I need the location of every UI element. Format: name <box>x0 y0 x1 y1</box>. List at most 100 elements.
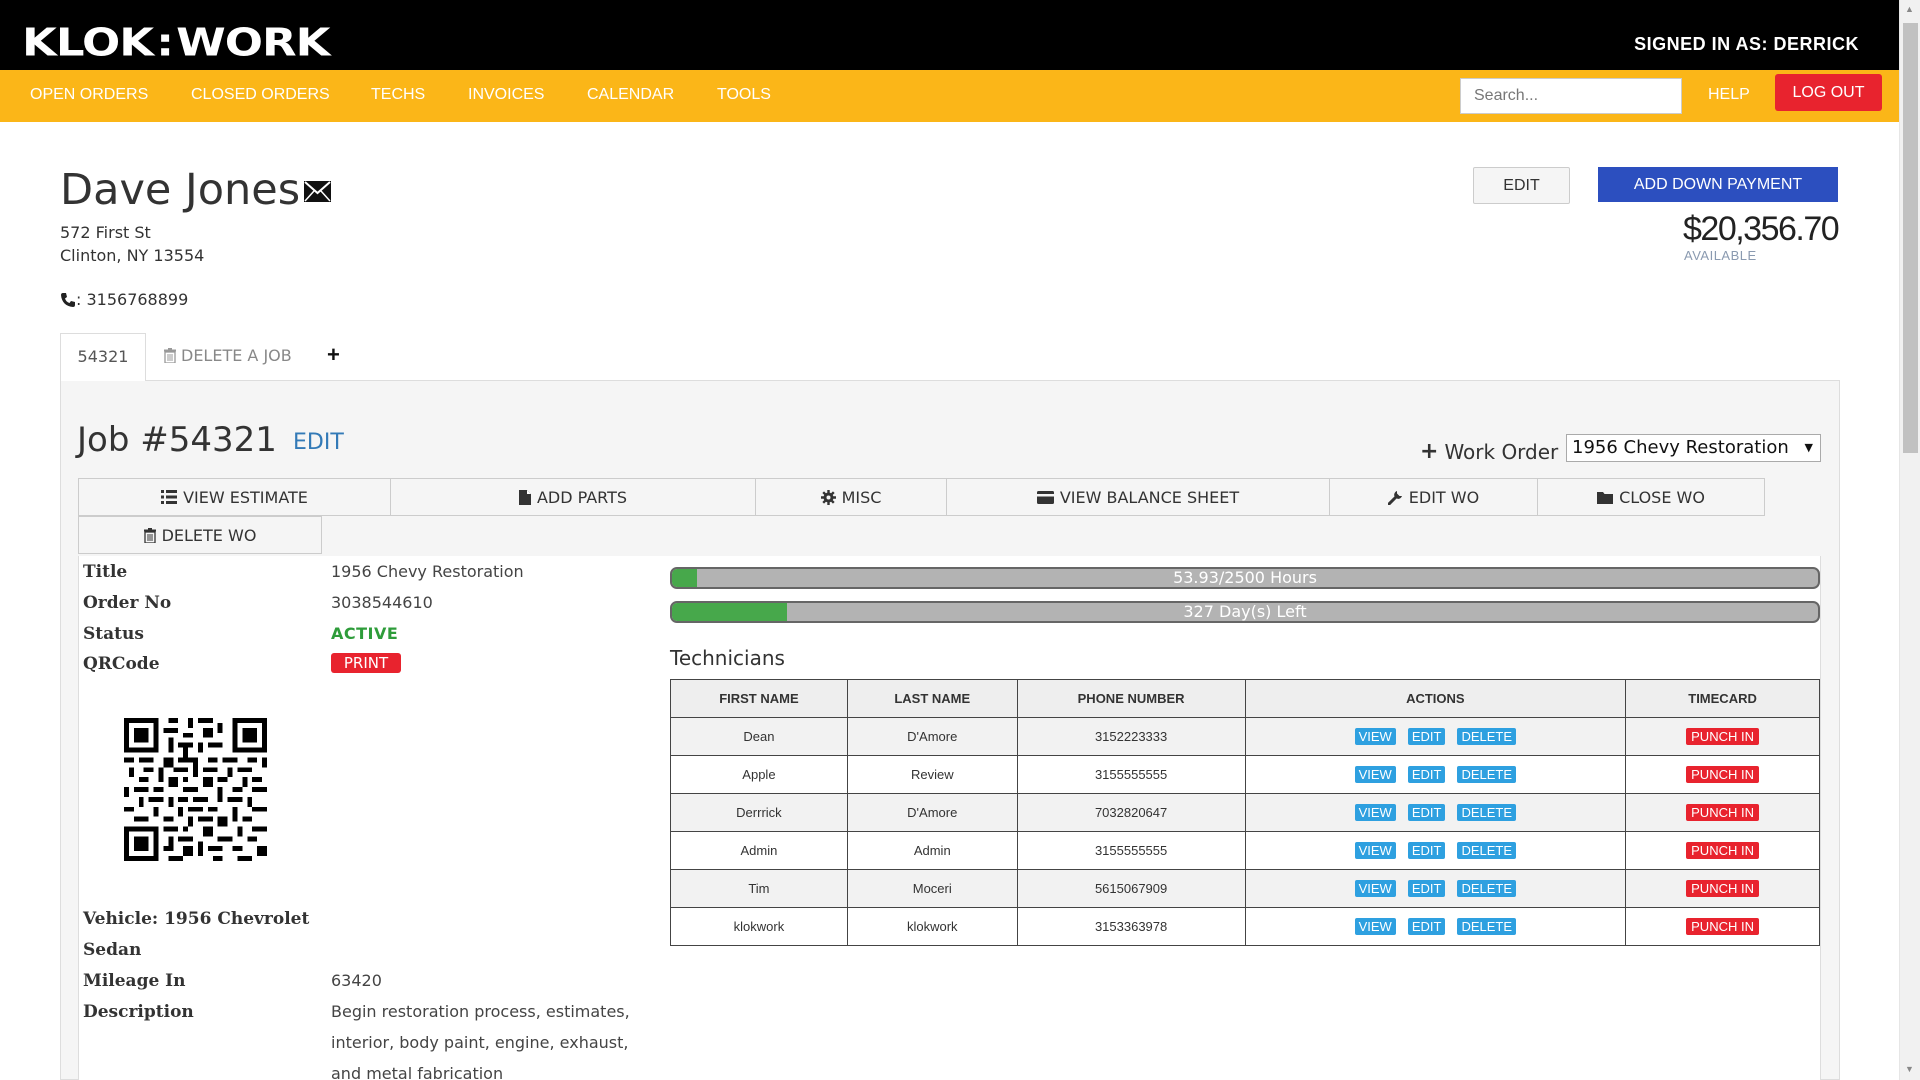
signed-in-label: SIGNED IN AS: DERRICK <box>1634 34 1859 54</box>
search-input[interactable] <box>1460 78 1682 114</box>
file-icon <box>518 489 531 505</box>
view-balance-sheet-button[interactable]: VIEW BALANCE SHEET <box>946 478 1330 516</box>
logo-right: WORK <box>176 19 330 66</box>
column-header[interactable]: FIRST NAME <box>670 679 848 718</box>
edit-wo-button[interactable]: EDIT WO <box>1329 478 1538 516</box>
folder-icon <box>1597 491 1614 504</box>
caret-down-icon: ▼ <box>1804 441 1813 454</box>
edit-tech-button[interactable]: EDIT <box>1407 880 1446 897</box>
column-header[interactable]: LAST NAME <box>846 679 1018 718</box>
days-progress-bar: 327 Day(s) Left <box>670 601 1820 623</box>
add-parts-label: ADD PARTS <box>536 487 628 507</box>
nav-closed-orders[interactable]: CLOSED ORDERS <box>191 86 330 104</box>
tab-delete-job[interactable]: DELETE A JOB <box>164 346 292 365</box>
add-parts-button[interactable]: ADD PARTS <box>390 478 756 516</box>
close-wo-label: CLOSE WO <box>1619 487 1705 507</box>
tab-job-54321[interactable]: 54321 <box>60 333 146 381</box>
print-qrcode-button[interactable]: PRINT <box>331 653 401 673</box>
tech-last-name: Admin <box>846 831 1018 870</box>
plus-icon[interactable]: + <box>1420 439 1438 464</box>
tech-phone: 3153363978 <box>1016 907 1246 946</box>
close-wo-button[interactable]: CLOSE WO <box>1537 478 1765 516</box>
punch-in-button[interactable]: PUNCH IN <box>1686 728 1759 745</box>
customer-city: Clinton, NY 13554 <box>60 246 205 265</box>
edit-customer-button[interactable]: EDIT <box>1473 167 1570 204</box>
scroll-up-icon[interactable]: ▲ <box>1905 4 1914 14</box>
view-tech-button[interactable]: VIEW <box>1354 804 1396 821</box>
top-bar: KLOK: WORK SIGNED IN AS: DERRICK <box>0 0 1899 70</box>
nav-calendar[interactable]: CALENDAR <box>587 86 674 104</box>
view-tech-button[interactable]: VIEW <box>1354 918 1396 935</box>
delete-wo-label: DELETE WO <box>161 525 257 545</box>
description-label: Description <box>83 1002 194 1022</box>
vehicle-type: Sedan <box>83 940 142 960</box>
punch-in-button[interactable]: PUNCH IN <box>1686 804 1759 821</box>
edit-tech-button[interactable]: EDIT <box>1407 728 1446 745</box>
delete-tech-button[interactable]: DELETE <box>1457 766 1517 783</box>
help-link[interactable]: HELP <box>1708 86 1750 104</box>
nav-techs[interactable]: TECHS <box>371 86 425 104</box>
nav-invoices[interactable]: INVOICES <box>468 86 544 104</box>
view-estimate-button[interactable]: VIEW ESTIMATE <box>78 478 391 516</box>
table-row: Admin Admin 3155555555 VIEW EDIT DELETE PUNCH … <box>670 831 1820 870</box>
edit-tech-button[interactable]: EDIT <box>1407 804 1446 821</box>
delete-tech-button[interactable]: DELETE <box>1457 880 1517 897</box>
add-down-payment-button[interactable]: ADD DOWN PAYMENT <box>1598 167 1838 202</box>
customer-street: 572 First St <box>60 223 151 242</box>
job-edit-link[interactable]: EDIT <box>293 430 344 455</box>
view-tech-button[interactable]: VIEW <box>1354 842 1396 859</box>
view-tech-button[interactable]: VIEW <box>1354 728 1396 745</box>
punch-in-button[interactable]: PUNCH IN <box>1686 918 1759 935</box>
punch-in-button[interactable]: PUNCH IN <box>1686 880 1759 897</box>
description-line-3: and metal fabrication <box>331 1064 504 1080</box>
email-icon[interactable] <box>304 181 331 202</box>
tech-actions: VIEW EDIT DELETE <box>1244 717 1627 756</box>
mileage-value: 63420 <box>331 971 382 990</box>
delete-tech-button[interactable]: DELETE <box>1457 842 1517 859</box>
vertical-scrollbar[interactable]: ▲ ▼ <box>1899 0 1920 1080</box>
delete-wo-button[interactable]: DELETE WO <box>78 516 322 554</box>
misc-label: MISC <box>841 487 882 507</box>
tech-phone: 7032820647 <box>1016 793 1246 832</box>
delete-tech-button[interactable]: DELETE <box>1457 804 1517 821</box>
punch-in-button[interactable]: PUNCH IN <box>1686 766 1759 783</box>
list-icon <box>161 490 178 504</box>
credit-card-icon <box>1036 490 1054 504</box>
edit-tech-button[interactable]: EDIT <box>1407 766 1446 783</box>
work-order-select[interactable]: 1956 Chevy Restoration ▼ <box>1566 434 1821 462</box>
tech-actions: VIEW EDIT DELETE <box>1244 755 1627 794</box>
qrcode-label: QRCode <box>83 654 160 674</box>
wrench-icon <box>1387 490 1402 505</box>
delete-tech-button[interactable]: DELETE <box>1457 918 1517 935</box>
logo-sep: : <box>156 19 174 66</box>
view-tech-button[interactable]: VIEW <box>1354 880 1396 897</box>
tech-first-name: Apple <box>670 755 848 794</box>
description-line-1: Begin restoration process, estimates, <box>331 1002 630 1021</box>
punch-in-button[interactable]: PUNCH IN <box>1686 842 1759 859</box>
logo[interactable]: KLOK: WORK <box>22 19 331 66</box>
nav-tools[interactable]: TOOLS <box>717 86 771 104</box>
add-job-button[interactable]: + <box>327 342 340 368</box>
status-label: Status <box>83 624 144 644</box>
work-order-selected: 1956 Chevy Restoration <box>1572 437 1789 458</box>
order-no-label: Order No <box>83 593 172 613</box>
scrollbar-thumb[interactable] <box>1903 23 1918 453</box>
days-progress-text: 327 Day(s) Left <box>1183 602 1307 621</box>
tech-timecard: PUNCH IN <box>1625 793 1820 832</box>
tech-timecard: PUNCH IN <box>1625 717 1820 756</box>
table-row: Tim Moceri 5615067909 VIEW EDIT DELETE PUNCH I… <box>670 869 1820 908</box>
tech-phone: 5615067909 <box>1016 869 1246 908</box>
tech-timecard: PUNCH IN <box>1625 831 1820 870</box>
delete-tech-button[interactable]: DELETE <box>1457 728 1517 745</box>
column-header[interactable]: PHONE NUMBER <box>1016 679 1246 718</box>
scroll-down-icon[interactable]: ▼ <box>1905 1064 1914 1074</box>
view-tech-button[interactable]: VIEW <box>1354 766 1396 783</box>
tech-last-name: D'Amore <box>846 717 1018 756</box>
nav-open-orders[interactable]: OPEN ORDERS <box>30 86 148 104</box>
logout-button[interactable]: LOG OUT <box>1775 74 1882 111</box>
edit-tech-button[interactable]: EDIT <box>1407 918 1446 935</box>
hours-progress-bar: 53.93/2500 Hours <box>670 567 1820 589</box>
edit-tech-button[interactable]: EDIT <box>1407 842 1446 859</box>
misc-button[interactable]: MISC <box>755 478 947 516</box>
tech-actions: VIEW EDIT DELETE <box>1244 793 1627 832</box>
